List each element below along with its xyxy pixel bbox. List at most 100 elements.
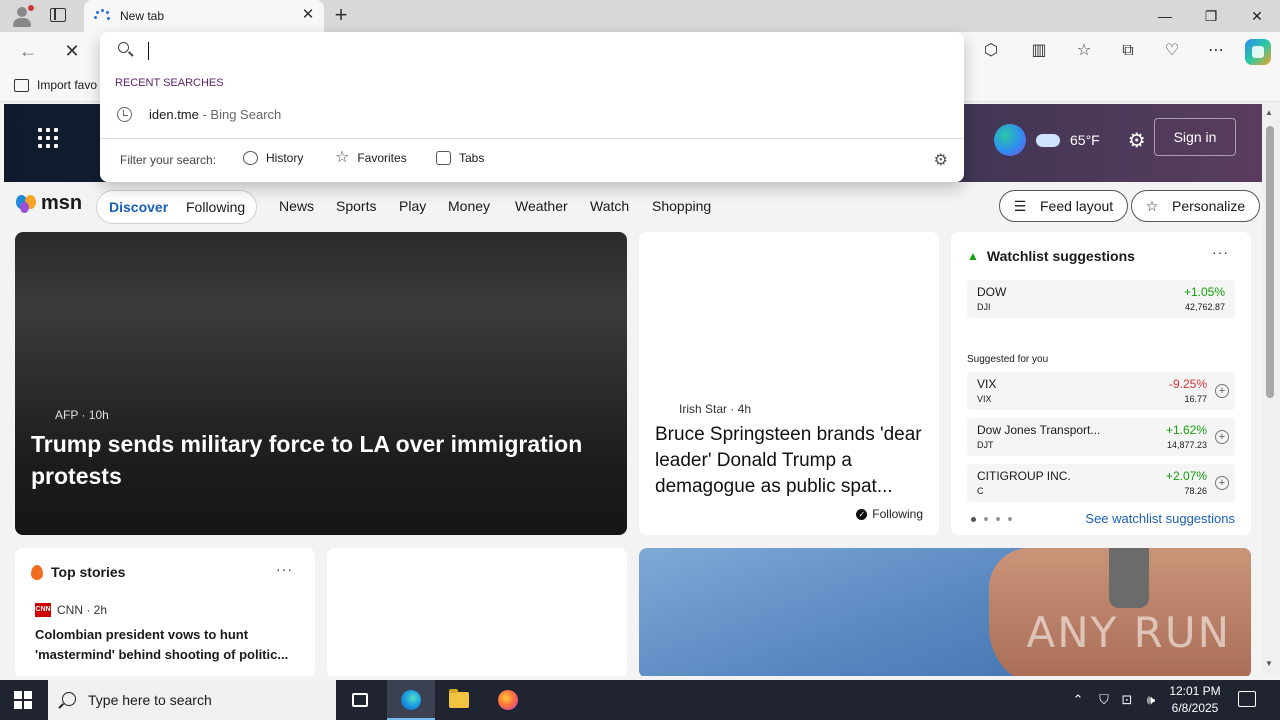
nav-money[interactable]: Money xyxy=(448,198,490,214)
see-watchlist-link[interactable]: See watchlist suggestions xyxy=(1085,511,1235,526)
article-card[interactable]: Irish Star · 4h Bruce Springsteen brands… xyxy=(639,232,939,535)
following-badge[interactable]: ✓ Following xyxy=(856,507,923,521)
article-headline[interactable]: Bruce Springsteen brands 'dear leader' D… xyxy=(655,422,930,500)
feed-layout-button[interactable]: ☰ Feed layout xyxy=(999,190,1129,222)
more-icon[interactable]: ⋯ xyxy=(1205,40,1227,62)
add-to-watchlist-icon[interactable]: + xyxy=(1215,384,1229,398)
article-source: Irish Star · 4h xyxy=(679,402,752,416)
recent-search-item[interactable]: iden.tme - Bing Search xyxy=(100,100,964,130)
tray-overflow-icon[interactable]: ⌃ xyxy=(1068,680,1088,720)
story-headline[interactable]: Colombian president vows to hunt 'master… xyxy=(35,625,300,665)
sliders-icon: ☰ xyxy=(1013,198,1027,214)
watchlist-row[interactable]: CITIGROUP INC. C +2.07% 78.26 + xyxy=(967,464,1235,502)
cloud-icon[interactable] xyxy=(1036,133,1060,147)
notification-icon[interactable] xyxy=(1238,691,1256,707)
split-screen-icon[interactable]: ▥ xyxy=(1028,40,1050,62)
browser-essentials-icon[interactable]: ♡ xyxy=(1161,40,1183,62)
copilot-icon[interactable] xyxy=(1245,39,1271,65)
scrollbar-thumb[interactable] xyxy=(1266,126,1274,398)
address-bar-dropdown: RECENT SEARCHES iden.tme - Bing Search F… xyxy=(100,32,964,182)
suggested-label: Suggested for you xyxy=(967,354,1049,365)
filter-favorites[interactable]: ☆ Favorites xyxy=(335,149,407,166)
stock-change: +1.05% xyxy=(1183,285,1225,299)
copilot-badge-icon[interactable] xyxy=(994,124,1026,156)
taskbar-search-box[interactable]: Type here to search xyxy=(48,680,336,720)
scroll-down-icon[interactable]: ▼ xyxy=(1265,659,1273,668)
taskbar-edge[interactable] xyxy=(387,680,435,720)
check-icon: ✓ xyxy=(856,508,868,520)
flame-icon xyxy=(31,564,43,580)
close-window-button[interactable]: ✕ xyxy=(1234,0,1280,32)
temperature[interactable]: 65°F xyxy=(1070,132,1100,148)
personalize-label: Personalize xyxy=(1172,198,1246,214)
back-button[interactable]: ← xyxy=(14,38,42,64)
profile-icon[interactable] xyxy=(10,5,34,27)
collections-icon[interactable]: ⧉ xyxy=(1117,40,1139,62)
msn-logo[interactable]: msn xyxy=(16,192,82,215)
more-options-icon[interactable]: ··· xyxy=(276,561,293,577)
settings-gear-icon[interactable]: ⚙ xyxy=(1128,128,1146,153)
taskbar-search-placeholder: Type here to search xyxy=(88,692,212,708)
search-settings-gear-icon[interactable]: ⚙ xyxy=(934,150,948,170)
nav-shopping[interactable]: Shopping xyxy=(652,198,711,214)
filter-tabs-label: Tabs xyxy=(459,151,485,165)
hero-article-card[interactable]: AFP · 10h Trump sends military force to … xyxy=(15,232,627,535)
carousel-dots[interactable] xyxy=(971,517,1012,522)
feed-toggle: Discover Following xyxy=(96,190,257,224)
restore-button[interactable]: ❐ xyxy=(1188,0,1234,32)
stock-value: 14,877.23 xyxy=(1166,440,1207,450)
stock-value: 42,762.87 xyxy=(1184,302,1225,312)
nav-watch[interactable]: Watch xyxy=(590,198,629,214)
address-bar-input[interactable] xyxy=(146,38,936,64)
import-favorites-link[interactable]: Import favo xyxy=(14,78,97,92)
watchlist-row-dow[interactable]: DOW DJI +1.05% 42,762.87 xyxy=(967,280,1235,318)
minimize-button[interactable]: — xyxy=(1142,0,1188,32)
scroll-up-icon[interactable]: ▲ xyxy=(1265,108,1273,117)
apps-grid-icon[interactable] xyxy=(38,128,58,148)
nav-sports[interactable]: Sports xyxy=(336,198,376,214)
personalize-button[interactable]: ☆ Personalize xyxy=(1131,190,1261,222)
watchlist-title: Watchlist suggestions xyxy=(986,248,1135,264)
stop-button[interactable]: ✕ xyxy=(58,38,86,64)
article-headline[interactable]: Trump sends military force to LA over im… xyxy=(31,428,611,492)
system-clock[interactable]: 12:01 PM 6/8/2025 xyxy=(1163,683,1227,717)
watchlist-row[interactable]: Dow Jones Transport... DJT +1.62% 14,877… xyxy=(967,418,1235,456)
taskbar-firefox[interactable] xyxy=(484,680,532,720)
sign-in-button[interactable]: Sign in xyxy=(1154,118,1236,156)
placeholder-card xyxy=(327,548,627,676)
page-scrollbar[interactable]: ▲ ▼ xyxy=(1262,104,1280,676)
article-source: AFP · 10h xyxy=(55,408,109,422)
network-icon[interactable]: ⊡ xyxy=(1116,680,1138,720)
nav-news[interactable]: News xyxy=(279,198,314,214)
watchlist-row[interactable]: VIX VIX -9.25% 16.77 + xyxy=(967,372,1235,410)
filter-label: Filter your search: xyxy=(120,153,217,167)
filter-history[interactable]: History xyxy=(243,151,303,165)
close-tab-icon[interactable]: ✕ xyxy=(300,7,316,23)
trend-up-icon: ▲ xyxy=(967,249,979,263)
start-button[interactable] xyxy=(14,691,32,709)
task-view-button[interactable] xyxy=(336,680,384,720)
loading-spinner-icon xyxy=(94,9,110,25)
watchlist-card: ▲ Watchlist suggestions ··· DOW DJI +1.0… xyxy=(951,232,1251,535)
tab-new-tab[interactable]: New tab ✕ xyxy=(84,0,324,32)
more-options-icon[interactable]: ··· xyxy=(1212,244,1229,260)
stock-change: -9.25% xyxy=(1168,377,1207,391)
favorites-star-icon[interactable]: ☆ xyxy=(1073,40,1095,62)
photo-article-card[interactable]: ANY RUN xyxy=(639,548,1251,676)
taskbar-file-explorer[interactable] xyxy=(435,680,483,720)
volume-icon[interactable]: 🕪 xyxy=(1140,680,1162,720)
new-tab-button[interactable]: + xyxy=(330,4,352,26)
tab-discover[interactable]: Discover xyxy=(109,199,168,215)
favorites-star-icon: ☆ xyxy=(335,149,350,166)
tray-security-icon[interactable]: ⛉ xyxy=(1094,680,1114,720)
tab-actions-icon[interactable] xyxy=(50,8,66,22)
nav-weather[interactable]: Weather xyxy=(515,198,568,214)
top-stories-card: Top stories ··· CNN CNN · 2h Colombian p… xyxy=(15,548,315,676)
nav-play[interactable]: Play xyxy=(399,198,426,214)
filter-tabs[interactable]: Tabs xyxy=(436,151,484,165)
tab-following[interactable]: Following xyxy=(186,199,245,215)
extensions-icon[interactable]: ⬡ xyxy=(980,40,1002,62)
add-to-watchlist-icon[interactable]: + xyxy=(1215,430,1229,444)
add-to-watchlist-icon[interactable]: + xyxy=(1215,476,1229,490)
top-stories-title: Top stories xyxy=(51,564,126,580)
